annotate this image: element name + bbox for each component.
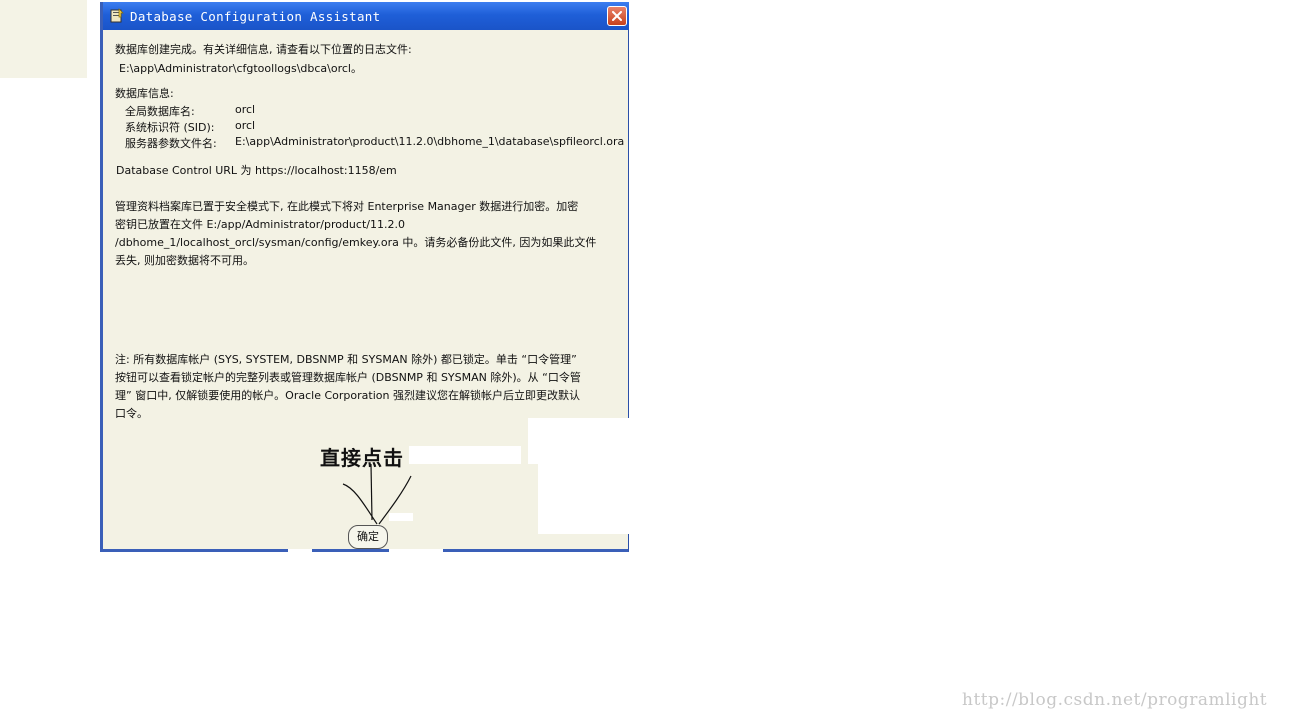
title-bar[interactable]: Database Configuration Assistant [103, 2, 629, 30]
close-button[interactable] [607, 6, 627, 26]
secure-mode-paragraph: 管理资料档案库已置于安全模式下, 在此模式下将对 Enterprise Mana… [115, 200, 597, 267]
info-value-sid: orcl [235, 119, 256, 132]
info-heading: 数据库信息: [115, 87, 174, 100]
accounts-note: 注: 所有数据库帐户 (SYS, SYSTEM, DBSNMP 和 SYSMAN… [115, 353, 581, 420]
window-title: Database Configuration Assistant [130, 9, 381, 24]
info-value-global-name: orcl [235, 103, 256, 116]
whiteout-block [409, 446, 521, 464]
completion-message: 数据库创建完成。有关详细信息, 请查看以下位置的日志文件: [115, 43, 412, 56]
hand-drawn-arrow [342, 464, 412, 525]
info-label-spfile: 服务器参数文件名: [125, 137, 217, 150]
log-path: E:\app\Administrator\cfgtoollogs\dbca\or… [119, 62, 362, 75]
info-value-spfile: E:\app\Administrator\product\11.2.0\dbho… [235, 135, 625, 148]
watermark: http://blog.csdn.net/programlight [962, 690, 1268, 710]
background-patch [0, 0, 87, 78]
ok-button[interactable]: 确定 [348, 525, 388, 549]
whiteout-block [389, 549, 443, 555]
dbca-dialog: Database Configuration Assistant 数据库创建完成… [100, 2, 632, 552]
info-label-global-name: 全局数据库名: [125, 105, 195, 118]
whiteout-block [288, 549, 312, 555]
dbca-app-icon [110, 8, 124, 23]
control-url: Database Control URL 为 https://localhost… [116, 164, 397, 177]
info-label-sid: 系统标识符 (SID): [125, 121, 215, 134]
whiteout-block [538, 464, 632, 534]
close-icon [612, 11, 622, 21]
whiteout-block [528, 418, 632, 464]
